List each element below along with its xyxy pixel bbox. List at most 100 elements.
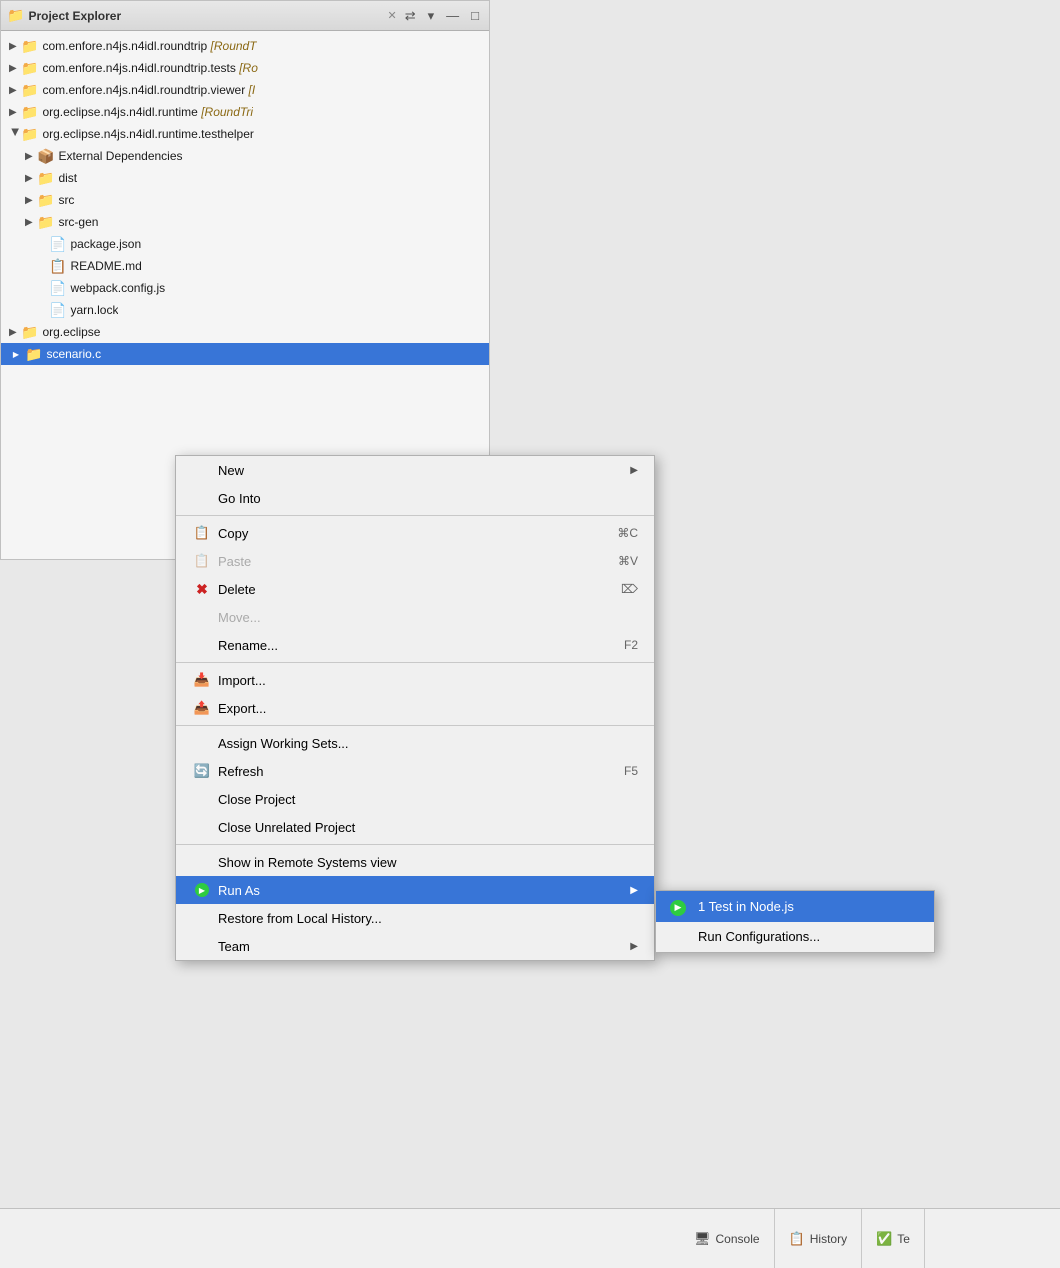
menu-item-import[interactable]: 📥 Import... [176,666,654,694]
context-menu: New ▶ Go Into 📋 Copy ⌘C 📋 Paste ⌘V ✖ Del… [175,455,655,961]
tree-label-7: dist [58,171,77,185]
tree-item-11[interactable]: ▶ 📋 README.md [1,255,489,277]
separator-2 [176,662,654,663]
delete-icon: ✖ [192,581,212,598]
tree-item-14[interactable]: ▶ 📁 org.eclipse [1,321,489,343]
maximize-button[interactable]: □ [467,6,483,25]
tree-label-8: src [58,193,74,207]
tree-item-5[interactable]: ▶ 📁 org.eclipse.n4js.n4idl.runtime.testh… [1,123,489,145]
menu-item-paste[interactable]: 📋 Paste ⌘V [176,547,654,575]
menu-item-worksets[interactable]: Assign Working Sets... [176,729,654,757]
tree-arrow-4: ▶ [9,107,21,118]
menu-button[interactable]: ▾ [424,6,439,26]
delete-shortcut: ⌦ [621,582,638,596]
tree-label-15: scenario.c [46,347,101,361]
menu-item-rename[interactable]: Rename... F2 [176,631,654,659]
menu-item-move[interactable]: Move... [176,603,654,631]
menu-item-copy[interactable]: 📋 Copy ⌘C [176,519,654,547]
tree-item-3[interactable]: ▶ 📁 com.enfore.n4js.n4idl.roundtrip.view… [1,79,489,101]
menu-item-refresh[interactable]: 🔄 Refresh F5 [176,757,654,785]
tree-item-1[interactable]: ▶ 📁 com.enfore.n4js.n4idl.roundtrip [Rou… [1,35,489,57]
tree-label-4: org.eclipse.n4js.n4idl.runtime [RoundTri [42,105,253,119]
file-icon-11: 📋 [49,258,66,275]
tree-item-9[interactable]: ▶ 📁 src-gen [1,211,489,233]
tree-label-1: com.enfore.n4js.n4idl.roundtrip [RoundT [42,39,256,53]
run-as-submenu: ▶ 1 Test in Node.js Run Configurations..… [655,890,935,953]
tree-item-7[interactable]: ▶ 📁 dist [1,167,489,189]
folder-icon-9: 📁 [37,214,54,231]
copy-icon: 📋 [192,525,212,541]
project-icon-6: 📦 [37,148,54,165]
menu-item-remote[interactable]: Show in Remote Systems view [176,848,654,876]
menu-item-go-into[interactable]: Go Into [176,484,654,512]
tree-item-8[interactable]: ▶ 📁 src [1,189,489,211]
menu-item-run-as[interactable]: ▶ Run As ▶ [176,876,654,904]
tree-item-6[interactable]: ▶ 📦 External Dependencies [1,145,489,167]
tree-label-14: org.eclipse [42,325,100,339]
tree-arrow-6: ▶ [25,151,37,162]
tree-label-11: README.md [70,259,141,273]
file-icon-13: 📄 [49,302,66,319]
menu-item-delete[interactable]: ✖ Delete ⌦ [176,575,654,603]
tab-te[interactable]: ✅ Te [862,1209,925,1268]
tree-item-13[interactable]: ▶ 📄 yarn.lock [1,299,489,321]
project-icon-4: 📁 [21,104,38,121]
folder-icon-7: 📁 [37,170,54,187]
project-icon-2: 📁 [21,60,38,77]
submenu-item-run-configs[interactable]: Run Configurations... [656,922,934,952]
menu-label-close-unrelated: Close Unrelated Project [218,820,638,835]
menu-label-delete: Delete [218,582,601,597]
tree-item-2[interactable]: ▶ 📁 com.enfore.n4js.n4idl.roundtrip.test… [1,57,489,79]
file-icon-12: 📄 [49,280,66,297]
tree-item-15[interactable]: ▶ 📁 scenario.c [1,343,489,365]
menu-label-import: Import... [218,673,638,688]
folder-icon-8: 📁 [37,192,54,209]
sync-button[interactable]: ⇄ [401,6,420,26]
menu-item-new[interactable]: New ▶ [176,456,654,484]
menu-label-new: New [218,463,630,478]
menu-label-move: Move... [218,610,638,625]
refresh-icon: 🔄 [192,763,212,779]
tab-history[interactable]: 📋 History [775,1209,863,1268]
menu-item-close[interactable]: Close Project [176,785,654,813]
menu-item-team[interactable]: Team ▶ [176,932,654,960]
console-icon: 🖥 [694,1231,711,1247]
file-icon-10: 📄 [49,236,66,253]
tree-arrow-14: ▶ [9,327,21,338]
tree-item-12[interactable]: ▶ 📄 webpack.config.js [1,277,489,299]
refresh-shortcut: F5 [624,764,638,778]
tree-label-2: com.enfore.n4js.n4idl.roundtrip.tests [R… [42,61,257,75]
menu-label-run-as: Run As [218,883,630,898]
menu-label-refresh: Refresh [218,764,604,779]
tree-label-9: src-gen [58,215,98,229]
panel-title: Project Explorer [28,9,383,23]
tree-item-10[interactable]: ▶ 📄 package.json [1,233,489,255]
tree-item-4[interactable]: ▶ 📁 org.eclipse.n4js.n4idl.runtime [Roun… [1,101,489,123]
tab-bar: 🖥 Console 📋 History ✅ Te [0,1209,925,1268]
tree-label-13: yarn.lock [70,303,118,317]
minimize-button[interactable]: — [442,6,463,25]
panel-header: 📁 Project Explorer ✕ ⇄ ▾ — □ [1,1,489,31]
menu-label-close: Close Project [218,792,638,807]
menu-item-restore[interactable]: Restore from Local History... [176,904,654,932]
submenu-arrow-team: ▶ [630,941,638,952]
export-icon: 📤 [192,700,212,716]
menu-label-team: Team [218,939,630,954]
run-as-icon: ▶ [192,883,212,897]
import-icon: 📥 [192,672,212,688]
menu-label-restore: Restore from Local History... [218,911,638,926]
menu-item-export[interactable]: 📤 Export... [176,694,654,722]
submenu-label-run-configs: Run Configurations... [698,929,820,944]
project-icon-14: 📁 [21,324,38,341]
tree-arrow-5: ▶ [10,128,21,140]
menu-item-close-unrelated[interactable]: Close Unrelated Project [176,813,654,841]
te-icon: ✅ [876,1231,892,1247]
run-node-icon: ▶ [670,897,692,916]
tab-console[interactable]: 🖥 Console [680,1209,775,1268]
separator-1 [176,515,654,516]
submenu-item-test-node[interactable]: ▶ 1 Test in Node.js [656,891,934,922]
tree-label-6: External Dependencies [58,149,182,163]
tree-label-5: org.eclipse.n4js.n4idl.runtime.testhelpe… [42,127,253,141]
submenu-label-test-node: 1 Test in Node.js [698,899,794,914]
project-tree: ▶ 📁 com.enfore.n4js.n4idl.roundtrip [Rou… [1,31,489,369]
